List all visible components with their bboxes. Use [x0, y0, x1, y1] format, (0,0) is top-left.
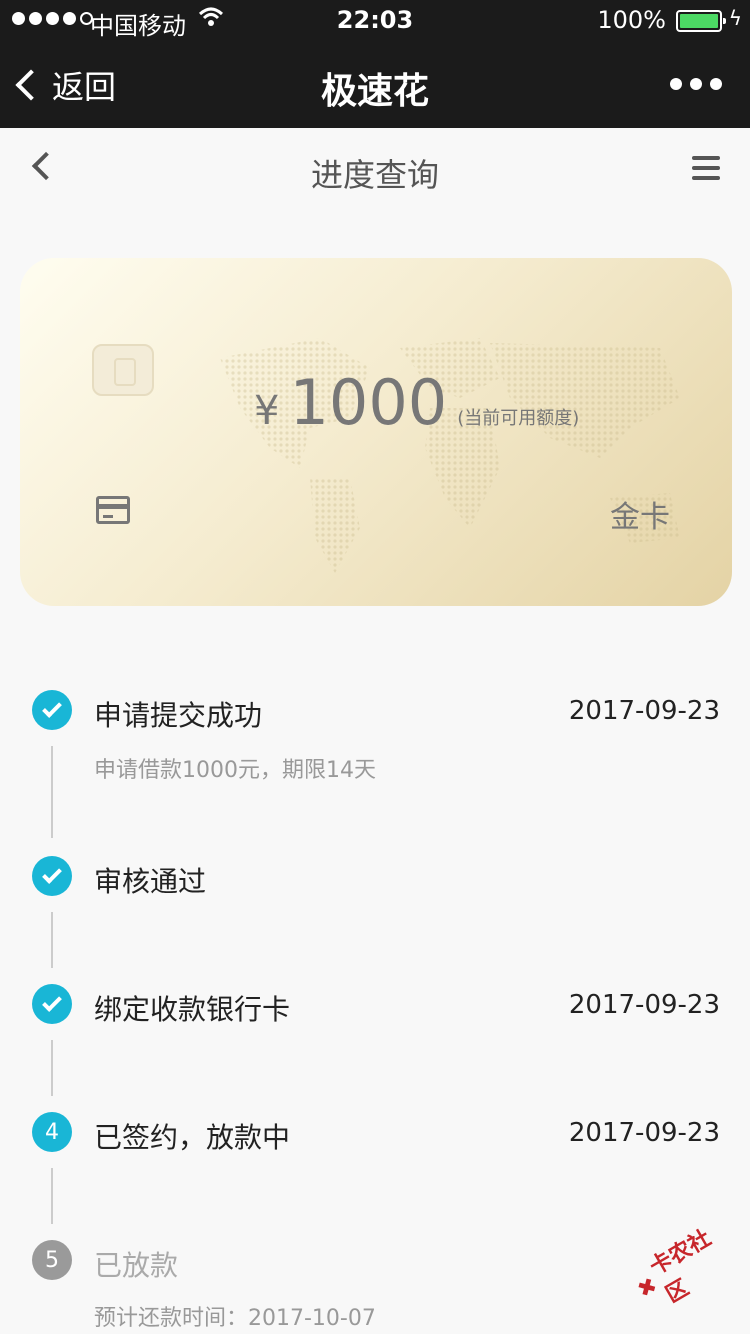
check-icon	[42, 698, 62, 718]
app-title: 极速花	[320, 71, 429, 112]
step-title: 审核通过	[94, 865, 207, 898]
step-marker	[32, 690, 72, 730]
step-marker: 5	[32, 1240, 72, 1280]
step-title: 绑定收款银行卡	[94, 993, 291, 1026]
battery-percentage: 100%	[597, 6, 666, 34]
page-title: 进度查询	[310, 156, 439, 194]
currency-symbol: ¥	[254, 388, 280, 434]
step-date: 2017-09-23	[568, 696, 720, 726]
page-header: 进度查询	[0, 128, 750, 210]
timeline-connector	[51, 912, 53, 968]
amount-value: 1000	[289, 366, 448, 439]
step-date: 2017-09-23	[568, 1118, 720, 1148]
step-marker	[32, 984, 72, 1024]
dot-icon	[690, 78, 702, 90]
card-tier: 金卡	[610, 500, 670, 535]
check-icon	[42, 864, 62, 884]
dot-icon	[670, 78, 682, 90]
credit-amount: ¥ 1000 (当前可用额度)	[254, 366, 579, 439]
dot-icon	[710, 78, 722, 90]
step-marker: 4	[32, 1112, 72, 1152]
credit-card: ¥ 1000 (当前可用额度) 金卡	[20, 258, 732, 606]
timeline-connector	[51, 1168, 53, 1224]
step-title: 已放款	[94, 1249, 179, 1282]
bank-card-icon	[96, 496, 130, 524]
check-icon	[42, 992, 62, 1012]
step-marker	[32, 856, 72, 896]
timeline-connector	[51, 1040, 53, 1096]
hamburger-menu-icon[interactable]	[692, 156, 720, 186]
step-note: 预计还款时间：2017-10-07	[94, 1306, 376, 1331]
step-date: 2017-09-23	[568, 990, 720, 1020]
battery-icon	[676, 10, 726, 32]
step-title: 已签约，放款中	[94, 1121, 291, 1154]
nav-bar: 返回 极速花	[0, 40, 750, 128]
chip-icon	[92, 344, 154, 396]
watermark-logo: ✖ 卡农社区	[627, 1216, 747, 1314]
charging-icon: ϟ	[728, 6, 742, 30]
amount-note: (当前可用额度)	[457, 408, 580, 429]
timeline-connector	[51, 746, 53, 838]
step-note: 申请借款1000元，期限14天	[94, 758, 376, 783]
app-header: 中国移动 22:03 100% ϟ 返回 极速花	[0, 0, 750, 128]
step-title: 申请提交成功	[94, 699, 263, 732]
status-bar: 中国移动 22:03 100% ϟ	[0, 0, 750, 40]
more-options-button[interactable]	[670, 78, 722, 90]
